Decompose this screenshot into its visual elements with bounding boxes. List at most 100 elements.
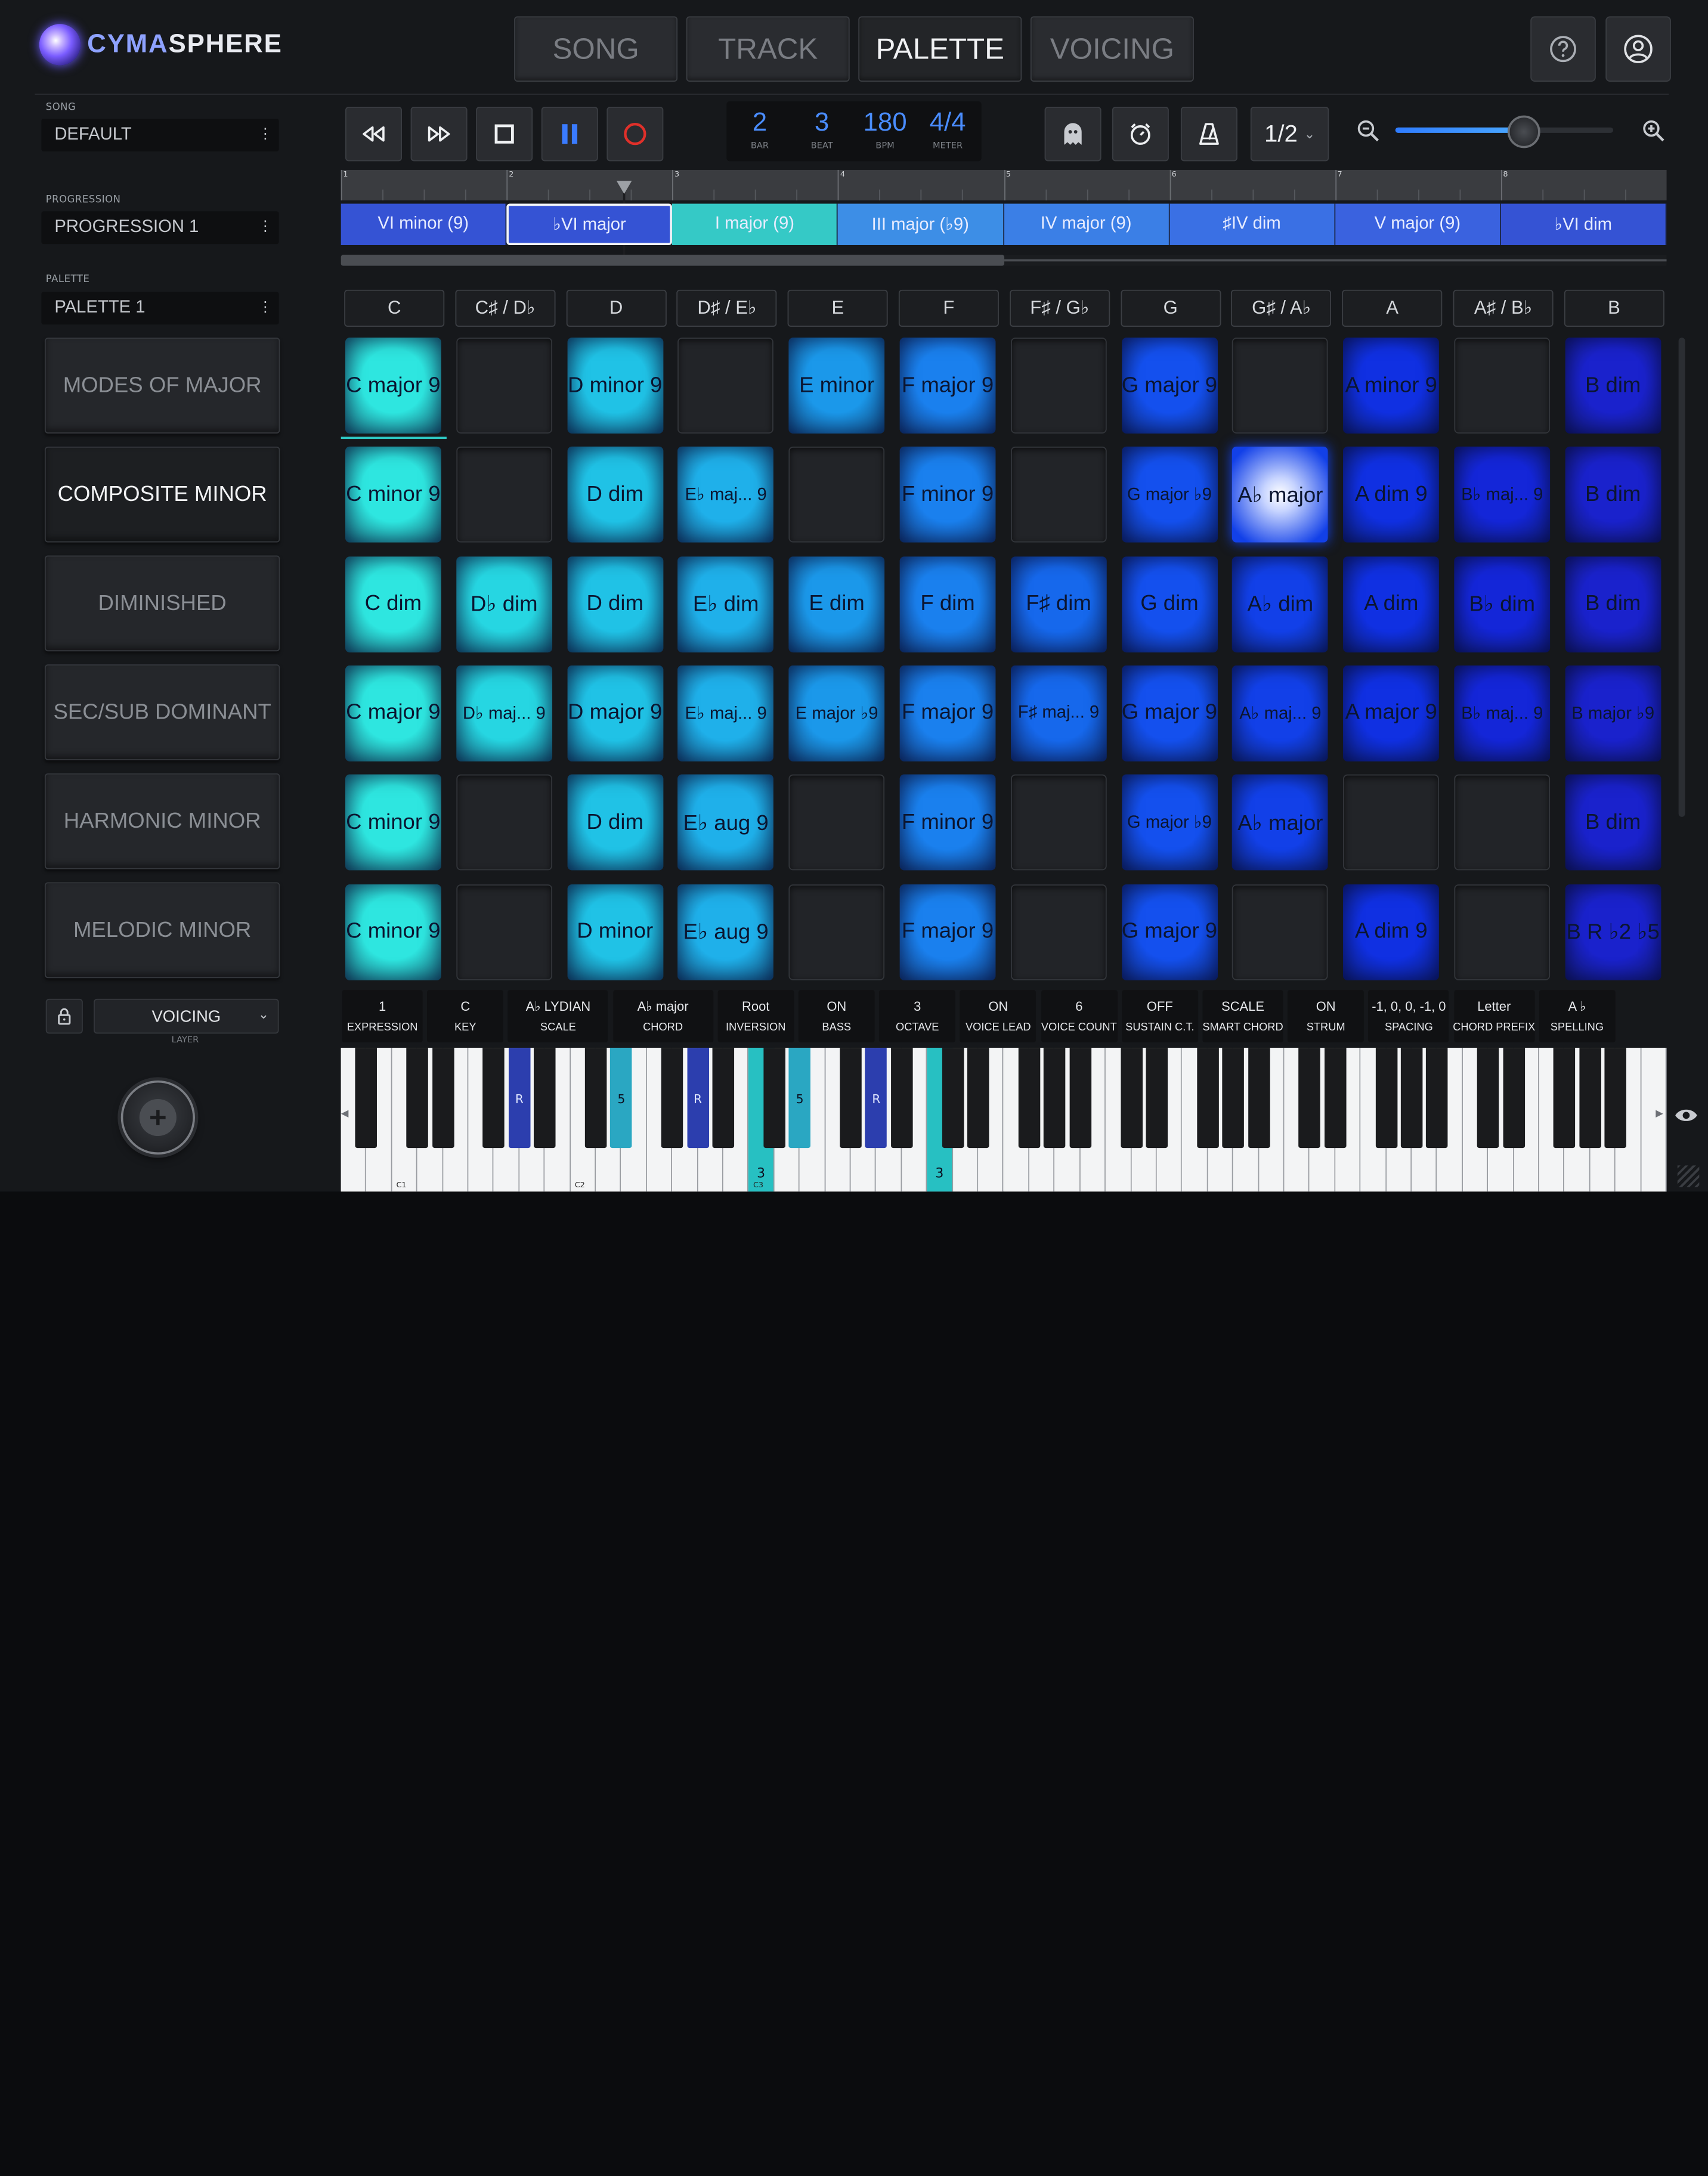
palette-select[interactable]: PALETTE 1 ⋮: [41, 292, 279, 325]
timeline-ruler[interactable]: 1 2 3 4 5 6 7 8: [341, 169, 1667, 201]
param-spacing[interactable]: -1, 0, 0, -1, 0 SPACING: [1368, 990, 1449, 1042]
note-column-header[interactable]: F: [898, 289, 999, 327]
chord-pad[interactable]: A dim 9: [1343, 884, 1440, 980]
black-key[interactable]: [1018, 1048, 1041, 1149]
chord-pad[interactable]: G major ♭9: [1121, 447, 1218, 543]
zoom-slider-thumb[interactable]: [1507, 115, 1540, 148]
chord-pad[interactable]: E major ♭9: [788, 665, 885, 762]
black-key[interactable]: [1248, 1048, 1270, 1149]
bpm-readout[interactable]: 180 BPM: [855, 108, 915, 150]
tab-song[interactable]: SONG: [514, 16, 678, 82]
black-key[interactable]: [1502, 1048, 1525, 1149]
chord-pad[interactable]: F major 9: [899, 665, 996, 762]
empty-pad[interactable]: [788, 774, 885, 871]
param-scale[interactable]: A♭ LYDIAN SCALE: [508, 990, 608, 1042]
param-strum[interactable]: ON STRUM: [1288, 990, 1364, 1042]
chord-pad[interactable]: E♭ aug 9: [677, 884, 774, 980]
eye-icon[interactable]: [1674, 1107, 1698, 1124]
chord-pad[interactable]: G major ♭9: [1121, 774, 1218, 871]
black-key[interactable]: [661, 1048, 683, 1149]
param-voice-lead[interactable]: ON VOICE LEAD: [960, 990, 1036, 1042]
lock-button[interactable]: [45, 998, 83, 1034]
black-key[interactable]: [1196, 1048, 1219, 1149]
chord-pad[interactable]: G major 9: [1121, 884, 1218, 980]
zoom-out-icon[interactable]: [1356, 119, 1380, 143]
black-key[interactable]: R: [686, 1048, 709, 1149]
black-key[interactable]: [1146, 1048, 1168, 1149]
chord-pad[interactable]: C major 9: [345, 665, 441, 762]
keyboard-scroll-left-icon[interactable]: ◀: [341, 1109, 349, 1119]
record-button[interactable]: [607, 106, 664, 162]
meter-value[interactable]: 4/4: [920, 108, 974, 138]
chord-pad[interactable]: D major 9: [567, 665, 663, 762]
chord-pad[interactable]: C minor 9: [345, 447, 441, 543]
chord-pad[interactable]: B♭ maj... 9: [1454, 665, 1551, 762]
chord-pad[interactable]: B dim: [1565, 556, 1661, 652]
empty-pad[interactable]: [1010, 884, 1107, 980]
chord-pad[interactable]: F dim: [899, 556, 996, 652]
black-key[interactable]: [1579, 1048, 1601, 1149]
progression-chord[interactable]: VI minor (9): [341, 203, 507, 245]
black-key[interactable]: [1477, 1048, 1499, 1149]
empty-pad[interactable]: [1232, 338, 1329, 434]
param-chord[interactable]: A♭ major CHORD: [612, 990, 713, 1042]
chord-pad[interactable]: D dim: [567, 447, 663, 543]
chord-pad[interactable]: A♭ dim: [1232, 556, 1329, 652]
empty-pad[interactable]: [456, 884, 552, 980]
chord-pad[interactable]: E minor: [788, 338, 885, 434]
chord-pad[interactable]: F♯ dim: [1010, 556, 1107, 652]
black-key[interactable]: [967, 1048, 989, 1149]
chord-pad[interactable]: C major 9: [345, 338, 441, 434]
chord-pad[interactable]: F major 9: [899, 338, 996, 434]
progression-chord[interactable]: III major (♭9): [838, 203, 1004, 245]
empty-pad[interactable]: [1010, 774, 1107, 871]
bpm-value[interactable]: 180: [855, 108, 915, 138]
palette-button-composite-minor[interactable]: COMPOSITE MINOR: [44, 446, 280, 543]
progression-select[interactable]: PROGRESSION 1 ⋮: [41, 211, 279, 244]
progression-chord[interactable]: ♭VI dim: [1500, 203, 1667, 245]
black-key[interactable]: [406, 1048, 429, 1149]
chord-pad[interactable]: E♭ dim: [677, 556, 774, 652]
chord-pad[interactable]: F♯ maj... 9: [1010, 665, 1107, 762]
chord-pad[interactable]: A♭ maj... 9: [1232, 665, 1329, 762]
empty-pad[interactable]: [1343, 774, 1440, 871]
param-octave[interactable]: 3 OCTAVE: [879, 990, 956, 1042]
quantize-select[interactable]: 1/2 ⌄: [1250, 106, 1329, 162]
tab-track[interactable]: TRACK: [686, 16, 850, 82]
chord-pad[interactable]: D♭ maj... 9: [456, 665, 552, 762]
black-key[interactable]: R: [865, 1048, 887, 1149]
progression-chord[interactable]: I major (9): [672, 203, 838, 245]
fast-forward-button[interactable]: [410, 106, 468, 162]
chord-pad[interactable]: A minor 9: [1343, 338, 1440, 434]
chord-pad[interactable]: F minor 9: [899, 774, 996, 871]
black-key[interactable]: [1298, 1048, 1321, 1149]
param-inversion[interactable]: Root INVERSION: [717, 990, 794, 1042]
note-column-header[interactable]: C♯ / D♭: [455, 289, 556, 327]
zoom-in-icon[interactable]: [1642, 119, 1666, 143]
palette-button-melodic-minor[interactable]: MELODIC MINOR: [44, 882, 280, 979]
chord-pad[interactable]: D minor 9: [567, 338, 663, 434]
piano-keyboard[interactable]: C1 C2 3 C3 3 R 5 R 5 R: [341, 1048, 1667, 1192]
palette-button-diminished[interactable]: DIMINISHED: [44, 555, 280, 652]
black-key[interactable]: [584, 1048, 607, 1149]
chord-pad[interactable]: B dim: [1565, 774, 1661, 871]
chord-pad[interactable]: E♭ aug 9: [677, 774, 774, 871]
black-key[interactable]: [1604, 1048, 1627, 1149]
chord-pad[interactable]: E dim: [788, 556, 885, 652]
rewind-button[interactable]: [345, 106, 402, 162]
chord-pad[interactable]: A♭ major: [1232, 447, 1329, 543]
black-key[interactable]: [1324, 1048, 1347, 1149]
song-select[interactable]: DEFAULT ⋮: [41, 119, 279, 151]
progression-chord[interactable]: IV major (9): [1004, 203, 1169, 245]
grid-scrollbar[interactable]: [1678, 338, 1685, 817]
note-column-header[interactable]: G♯ / A♭: [1231, 289, 1332, 327]
add-button[interactable]: [120, 1080, 195, 1155]
account-button[interactable]: [1605, 16, 1671, 82]
palette-button-harmonic-minor[interactable]: HARMONIC MINOR: [44, 773, 280, 869]
keyboard-scroll-right-icon[interactable]: ▶: [1656, 1109, 1663, 1119]
black-key[interactable]: [840, 1048, 862, 1149]
black-key[interactable]: [1044, 1048, 1066, 1149]
note-column-header[interactable]: F♯ / G♭: [1009, 289, 1110, 327]
count-in-button[interactable]: [1112, 106, 1169, 162]
param-bass[interactable]: ON BASS: [798, 990, 875, 1042]
